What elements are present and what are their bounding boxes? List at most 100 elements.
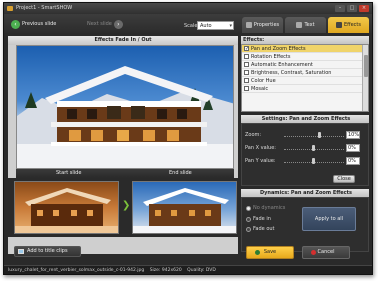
- radio-button[interactable]: [246, 226, 251, 232]
- effect-label: Rotation Effects: [251, 54, 291, 60]
- effect-item-rotation[interactable]: Rotation Effects: [242, 53, 368, 61]
- preview-panel: Effects Fade In / Out Start slide End sl…: [8, 36, 238, 257]
- effect-item-color-hue[interactable]: Color Hue: [242, 77, 368, 85]
- window-controls: – □ ×: [335, 5, 369, 12]
- previous-slide-label: Previous slide: [22, 21, 57, 27]
- close-settings-button[interactable]: Close: [333, 175, 355, 183]
- apply-label: Apply to all: [314, 216, 344, 222]
- add-button-label: Add to title clips: [27, 248, 68, 254]
- toolbar: ‹ Previous slide Next slide › Scale: Aut…: [4, 14, 372, 33]
- tab-effects-label: Effects: [344, 22, 361, 28]
- settings-panel: Zoom: 10% Pan X value: 0% Pan Y value: 0…: [241, 123, 369, 186]
- slide-labels-bar: Start slide End slide: [16, 169, 234, 178]
- end-slide-label: End slide: [169, 170, 192, 176]
- tab-text-label: Text: [304, 22, 315, 28]
- effect-label: Automatic Enhancement: [251, 62, 313, 68]
- previous-slide-button[interactable]: ‹ Previous slide: [7, 18, 60, 30]
- effects-list: ✓ Pan and Zoom Effects Rotation Effects …: [241, 44, 369, 112]
- dialog-buttons: Save Cancel: [246, 246, 350, 259]
- status-bar: luxury_chalet_for_rent_verbier_solmax_ou…: [4, 265, 372, 274]
- film-icon: [18, 249, 24, 254]
- radio-fade-out[interactable]: Fade out: [246, 226, 275, 232]
- zoom-label: Zoom:: [245, 132, 262, 138]
- dynamics-panel: No dynamics Fade in Fade out Apply to al…: [241, 197, 369, 252]
- save-button[interactable]: Save: [246, 246, 294, 259]
- properties-icon: [245, 22, 252, 28]
- scrollbar-thumb[interactable]: [364, 55, 368, 77]
- effect-label: Mosaic: [251, 86, 269, 92]
- pan-y-slider[interactable]: [284, 158, 344, 164]
- zoom-input[interactable]: 10%: [346, 131, 360, 139]
- pan-y-input[interactable]: 0%: [346, 157, 360, 165]
- scale-dropdown[interactable]: Auto ▾: [197, 21, 234, 30]
- start-slide-label: Start slide: [56, 170, 82, 176]
- pan-x-label: Pan X value:: [245, 145, 276, 151]
- dynamics-header: Dynamics: Pan and Zoom Effects: [241, 189, 369, 197]
- settings-header: Settings: Pan and Zoom Effects: [241, 115, 369, 123]
- effect-item-pan-zoom[interactable]: ✓ Pan and Zoom Effects: [242, 45, 368, 53]
- tab-properties[interactable]: Properties: [242, 17, 283, 33]
- effect-label: Brightness, Contrast, Saturation: [251, 70, 332, 76]
- checkbox-checked[interactable]: ✓: [244, 46, 249, 52]
- cancel-label: Cancel: [317, 249, 335, 255]
- window-title: Project1 - SmartSHOW: [16, 5, 73, 11]
- radio-label: Fade out: [253, 226, 275, 232]
- zoom-slider-knob[interactable]: [318, 132, 321, 138]
- add-to-title-clips-button[interactable]: Add to title clips: [14, 246, 81, 257]
- checkbox[interactable]: [244, 62, 249, 67]
- effect-item-auto-enhancement[interactable]: Automatic Enhancement: [242, 61, 368, 69]
- preview-title: Effects Fade In / Out: [8, 36, 238, 45]
- pan-y-slider-knob[interactable]: [312, 158, 315, 164]
- close-window-button[interactable]: ×: [359, 5, 369, 12]
- maximize-button[interactable]: □: [347, 5, 357, 12]
- cancel-icon: [311, 250, 316, 255]
- status-filename: luxury_chalet_for_rent_verbier_solmax_ou…: [8, 268, 145, 273]
- apply-to-all-button[interactable]: Apply to all: [302, 207, 356, 231]
- tab-text[interactable]: Text: [285, 17, 326, 33]
- radio-fade-in[interactable]: Fade in: [246, 216, 271, 222]
- pan-x-slider-knob[interactable]: [312, 145, 315, 151]
- checkmark-icon: [255, 250, 260, 255]
- save-label: Save: [263, 249, 277, 255]
- pan-y-label: Pan Y value:: [245, 158, 276, 164]
- minimize-button[interactable]: –: [335, 5, 345, 12]
- effects-icon: [336, 22, 342, 28]
- tab-properties-label: Properties: [253, 22, 280, 28]
- transition-arrow-icon: ❯: [122, 200, 131, 211]
- start-slide-thumbnail[interactable]: [14, 181, 119, 234]
- pan-x-slider[interactable]: [284, 145, 344, 151]
- radio-label: Fade in: [253, 216, 271, 222]
- text-icon: [296, 22, 303, 28]
- chalet-image: [17, 66, 233, 168]
- effect-label: Color Hue: [251, 78, 276, 84]
- app-icon: [7, 6, 13, 11]
- arrow-right-icon: ›: [113, 19, 123, 29]
- scale-value: Auto: [200, 23, 212, 29]
- radio-button[interactable]: [246, 216, 251, 222]
- status-size: Size: 942x620: [149, 268, 182, 273]
- radio-label: No dynamics: [253, 205, 286, 211]
- end-slide-thumbnail[interactable]: [132, 181, 237, 234]
- app-window: Project1 - SmartSHOW – □ × ‹ Previous sl…: [3, 2, 373, 275]
- effect-item-brightness[interactable]: Brightness, Contrast, Saturation: [242, 69, 368, 77]
- slide-preview-image: [16, 45, 234, 169]
- property-tabs: Properties Text Effects: [242, 17, 369, 33]
- chevron-down-icon: ▾: [229, 23, 232, 29]
- cancel-button[interactable]: Cancel: [302, 246, 350, 259]
- checkbox[interactable]: [244, 54, 249, 59]
- effect-label: Pan and Zoom Effects: [251, 46, 306, 52]
- checkbox[interactable]: [244, 86, 249, 91]
- checkbox[interactable]: [244, 78, 249, 83]
- radio-no-dynamics[interactable]: No dynamics: [246, 205, 285, 211]
- effect-item-mosaic[interactable]: Mosaic: [242, 85, 368, 93]
- radio-button[interactable]: [246, 205, 251, 211]
- thumbnails-strip: ❯: [8, 178, 238, 237]
- checkbox[interactable]: [244, 70, 249, 75]
- pan-x-input[interactable]: 0%: [346, 144, 360, 152]
- status-quality: Quality: DVD: [187, 268, 216, 273]
- zoom-slider[interactable]: [284, 132, 344, 138]
- tab-effects[interactable]: Effects: [328, 17, 369, 33]
- next-slide-label: Next slide: [87, 21, 112, 27]
- effects-scrollbar[interactable]: [362, 45, 368, 111]
- next-slide-button[interactable]: Next slide ›: [83, 18, 127, 30]
